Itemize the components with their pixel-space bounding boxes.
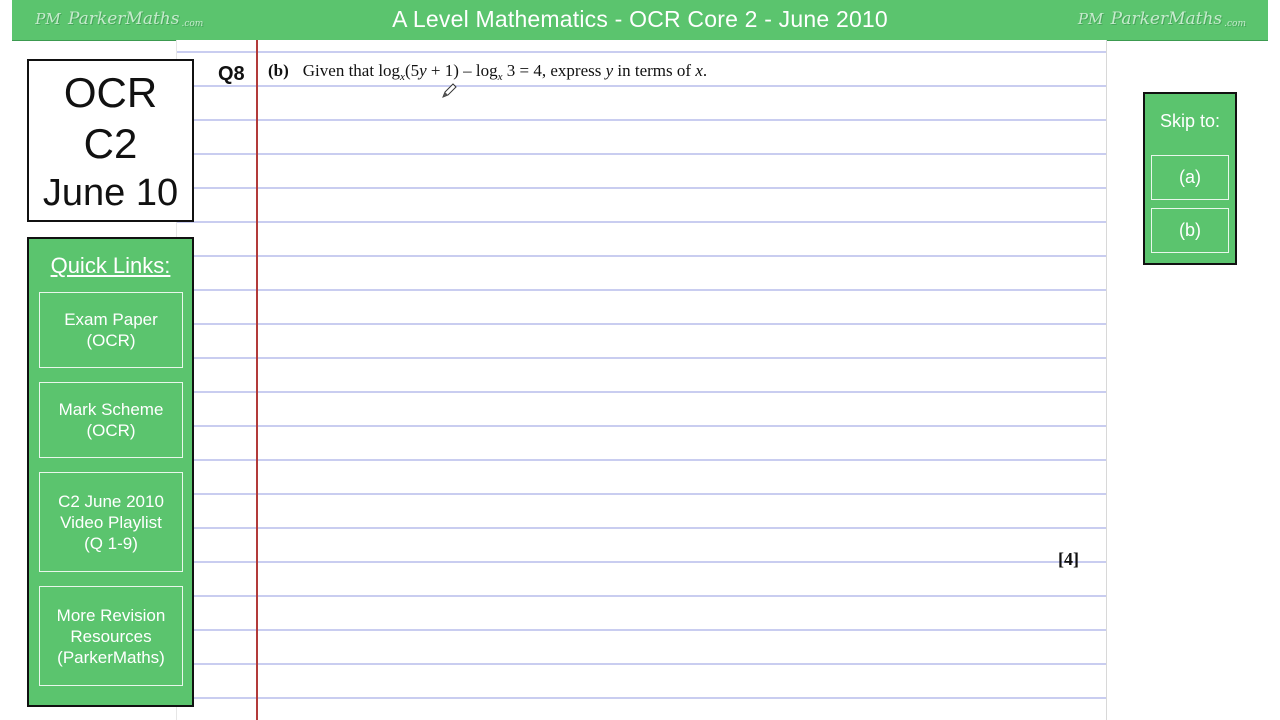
exam-paper-link[interactable]: Exam Paper (OCR) [39, 292, 183, 368]
exam-title-box: OCR C2 June 10 [27, 59, 194, 222]
video-playlist-link[interactable]: C2 June 2010 Video Playlist (Q 1-9) [39, 472, 183, 572]
skip-part-b-button[interactable]: (b) [1151, 208, 1229, 253]
question-text: (b) Given that logx(5y + 1) – logx 3 = 4,… [268, 61, 707, 83]
q-end: . [702, 61, 708, 80]
lined-paper [176, 40, 1107, 720]
brand-logo-right: PM ParkerMaths .com [1077, 6, 1246, 32]
question-part-label: (b) [268, 61, 289, 80]
quick-links-panel: Quick Links: Exam Paper (OCR) Mark Schem… [27, 237, 194, 707]
mark-scheme-link[interactable]: Mark Scheme (OCR) [39, 382, 183, 458]
quick-links-title: Quick Links: [50, 253, 171, 278]
q-var-x: x [695, 61, 703, 80]
pm-monogram-icon: PM [1077, 10, 1104, 28]
skip-to-panel: Skip to: (a) (b) [1143, 92, 1237, 265]
brand-name: ParkerMaths [1110, 9, 1223, 29]
q-var-y: y [419, 61, 427, 80]
exam-module: C2 [83, 120, 138, 167]
question-marks: [4] [1058, 549, 1079, 569]
q-arg-end: + 1) – log [426, 61, 498, 80]
skip-to-title: Skip to: [1159, 111, 1221, 131]
q-arg-start: (5 [404, 61, 420, 80]
pen-cursor-icon [442, 83, 457, 98]
question-number: Q8 [218, 63, 245, 85]
q-text-given: Given that log [302, 61, 401, 80]
brand-suffix: .com [1224, 19, 1246, 29]
paper-margin-line [256, 40, 258, 720]
q-tail2: in terms of [613, 61, 696, 80]
skip-part-a-button[interactable]: (a) [1151, 155, 1229, 200]
exam-board: OCR [63, 69, 158, 116]
exam-session: June 10 [42, 172, 179, 214]
q-tail: 3 = 4, express [502, 61, 606, 80]
top-banner: PM ParkerMaths .com A Level Mathematics … [12, 0, 1268, 41]
revision-resources-link[interactable]: More Revision Resources (ParkerMaths) [39, 586, 183, 686]
